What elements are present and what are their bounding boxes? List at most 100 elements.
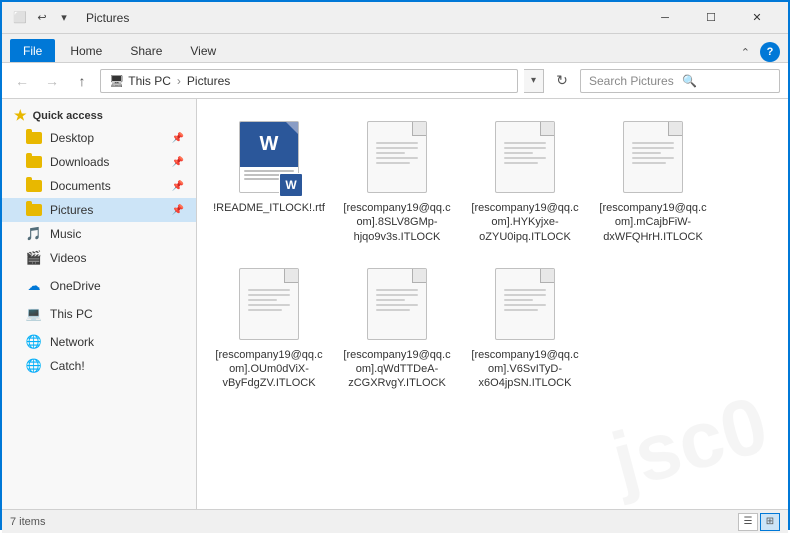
up-button[interactable]: ↑ bbox=[70, 69, 94, 93]
search-box[interactable]: Search Pictures 🔍 bbox=[580, 69, 780, 93]
file-icon-7 bbox=[485, 264, 565, 344]
qat-dropdown-button[interactable]: ▾ bbox=[54, 8, 74, 28]
file-item-5[interactable]: [rescompany19@qq.com].OUm0dViX-vByFdgZV.… bbox=[209, 258, 329, 397]
file-icon-4 bbox=[613, 117, 693, 197]
sidebar-item-music[interactable]: 🎵 Music bbox=[2, 222, 196, 246]
desktop-folder-icon bbox=[26, 130, 42, 146]
address-path[interactable]: 🖥 This PC › Pictures bbox=[100, 69, 518, 93]
network-icon: 🌐 bbox=[26, 334, 42, 350]
file-name-4: [rescompany19@qq.com].mCajbFiW-dxWFQHrH.… bbox=[597, 201, 709, 244]
star-icon: ★ bbox=[14, 107, 27, 124]
file-item-2[interactable]: [rescompany19@qq.com].8SLV8GMp-hjqo9v3s.… bbox=[337, 111, 457, 250]
sidebar: ★ Quick access Desktop 📌 Downloads 📌 Doc… bbox=[2, 99, 197, 509]
sidebar-section-onedrive: ☁ OneDrive bbox=[2, 274, 196, 298]
close-button[interactable]: ✕ bbox=[734, 2, 780, 34]
main-layout: ★ Quick access Desktop 📌 Downloads 📌 Doc… bbox=[2, 99, 788, 509]
ribbon-tabs: File Home Share View ⌃ ? bbox=[2, 34, 788, 62]
pin-icon-documents: 📌 bbox=[172, 181, 184, 192]
sidebar-item-downloads[interactable]: Downloads 📌 bbox=[2, 150, 196, 174]
ribbon-right-controls: ⌃ ? bbox=[735, 42, 780, 62]
sidebar-item-onedrive[interactable]: ☁ OneDrive bbox=[2, 274, 196, 298]
address-this-pc: This PC bbox=[128, 74, 171, 88]
file-name-2: [rescompany19@qq.com].8SLV8GMp-hjqo9v3s.… bbox=[341, 201, 453, 244]
sidebar-item-documents[interactable]: Documents 📌 bbox=[2, 174, 196, 198]
sidebar-item-catch[interactable]: 🌐 Catch! bbox=[2, 354, 196, 378]
sidebar-pictures-label: Pictures bbox=[50, 203, 164, 217]
sidebar-item-thispc[interactable]: 💻 This PC bbox=[2, 302, 196, 326]
sidebar-videos-label: Videos bbox=[50, 251, 184, 265]
tab-share[interactable]: Share bbox=[117, 39, 175, 62]
file-icon-6 bbox=[357, 264, 437, 344]
sidebar-thispc-label: This PC bbox=[50, 307, 184, 321]
file-icon-readme: W W bbox=[229, 117, 309, 197]
path-separator: › bbox=[177, 74, 181, 88]
file-item-4[interactable]: [rescompany19@qq.com].mCajbFiW-dxWFQHrH.… bbox=[593, 111, 713, 250]
status-item-count: 7 items bbox=[10, 516, 45, 528]
address-this-pc-icon: 🖥 bbox=[109, 74, 124, 88]
sidebar-item-pictures[interactable]: Pictures 📌 bbox=[2, 198, 196, 222]
maximize-button[interactable]: ☐ bbox=[688, 2, 734, 34]
qat-newfolder-button[interactable]: ↩ bbox=[32, 8, 52, 28]
address-pictures: Pictures bbox=[187, 74, 230, 88]
sidebar-section-quickaccess: ★ Quick access Desktop 📌 Downloads 📌 Doc… bbox=[2, 103, 196, 270]
catch-icon: 🌐 bbox=[26, 358, 42, 374]
sidebar-item-network[interactable]: 🌐 Network bbox=[2, 330, 196, 354]
file-icon-2 bbox=[357, 117, 437, 197]
file-item-3[interactable]: [rescompany19@qq.com].HYKyjxe-oZYU0ipq.I… bbox=[465, 111, 585, 250]
onedrive-icon: ☁ bbox=[26, 278, 42, 294]
address-dropdown[interactable]: ▾ bbox=[524, 69, 544, 93]
window-controls: ─ ☐ ✕ bbox=[642, 2, 780, 34]
large-icons-view-button[interactable]: ⊞ bbox=[760, 513, 780, 531]
address-bar: ← → ↑ 🖥 This PC › Pictures ▾ ↻ Search Pi… bbox=[2, 63, 788, 99]
ribbon-collapse-icon[interactable]: ⌃ bbox=[735, 44, 756, 61]
sidebar-onedrive-label: OneDrive bbox=[50, 279, 184, 293]
title-bar-left: ⬜ ↩ ▾ Pictures bbox=[10, 8, 129, 28]
file-icon-3 bbox=[485, 117, 565, 197]
help-button[interactable]: ? bbox=[760, 42, 780, 62]
sidebar-desktop-label: Desktop bbox=[50, 131, 164, 145]
pin-icon-pictures: 📌 bbox=[172, 205, 184, 216]
file-name-7: [rescompany19@qq.com].V6SvITyD-x6O4jpSN.… bbox=[469, 348, 581, 391]
tab-home[interactable]: Home bbox=[57, 39, 115, 62]
list-view-button[interactable]: ☰ bbox=[738, 513, 758, 531]
sidebar-item-videos[interactable]: 🎬 Videos bbox=[2, 246, 196, 270]
back-button[interactable]: ← bbox=[10, 69, 34, 93]
quick-access-toolbar: ⬜ ↩ ▾ bbox=[10, 8, 74, 28]
file-item-7[interactable]: [rescompany19@qq.com].V6SvITyD-x6O4jpSN.… bbox=[465, 258, 585, 397]
minimize-button[interactable]: ─ bbox=[642, 2, 688, 34]
sidebar-network-label: Network bbox=[50, 335, 184, 349]
sidebar-downloads-label: Downloads bbox=[50, 155, 164, 169]
view-buttons: ☰ ⊞ bbox=[738, 513, 780, 531]
window-title: Pictures bbox=[86, 11, 129, 25]
tab-view[interactable]: View bbox=[177, 39, 229, 62]
pin-icon-downloads: 📌 bbox=[172, 157, 184, 168]
thispc-icon: 💻 bbox=[26, 306, 42, 322]
qat-properties-button[interactable]: ⬜ bbox=[10, 8, 30, 28]
file-item-6[interactable]: [rescompany19@qq.com].qWdTTDeA-zCGXRvgY.… bbox=[337, 258, 457, 397]
file-area: jsc0 W bbox=[197, 99, 788, 509]
sidebar-section-thispc: 💻 This PC bbox=[2, 302, 196, 326]
ribbon: File Home Share View ⌃ ? bbox=[2, 34, 788, 63]
sidebar-documents-label: Documents bbox=[50, 179, 164, 193]
sidebar-section-network: 🌐 Network 🌐 Catch! bbox=[2, 330, 196, 378]
pin-icon-desktop: 📌 bbox=[172, 133, 184, 144]
file-icon-5 bbox=[229, 264, 309, 344]
sidebar-quickaccess-header: ★ Quick access bbox=[2, 103, 196, 126]
sidebar-item-desktop[interactable]: Desktop 📌 bbox=[2, 126, 196, 150]
refresh-button[interactable]: ↻ bbox=[550, 69, 574, 93]
videos-icon: 🎬 bbox=[26, 250, 42, 266]
tab-file[interactable]: File bbox=[10, 39, 55, 62]
downloads-folder-icon bbox=[26, 154, 42, 170]
file-item-readme[interactable]: W W !README_ITLOCK!.rtf bbox=[209, 111, 329, 250]
search-placeholder: Search Pictures bbox=[589, 74, 678, 88]
sidebar-quickaccess-label: Quick access bbox=[33, 110, 103, 122]
documents-folder-icon bbox=[26, 178, 42, 194]
title-bar: ⬜ ↩ ▾ Pictures ─ ☐ ✕ bbox=[2, 2, 788, 34]
forward-button[interactable]: → bbox=[40, 69, 64, 93]
file-name-3: [rescompany19@qq.com].HYKyjxe-oZYU0ipq.I… bbox=[469, 201, 581, 244]
status-bar: 7 items ☰ ⊞ bbox=[2, 509, 788, 533]
file-name-6: [rescompany19@qq.com].qWdTTDeA-zCGXRvgY.… bbox=[341, 348, 453, 391]
files-grid: W W !README_ITLOCK!.rtf bbox=[197, 99, 788, 409]
file-name-readme: !README_ITLOCK!.rtf bbox=[213, 201, 325, 215]
sidebar-music-label: Music bbox=[50, 227, 184, 241]
